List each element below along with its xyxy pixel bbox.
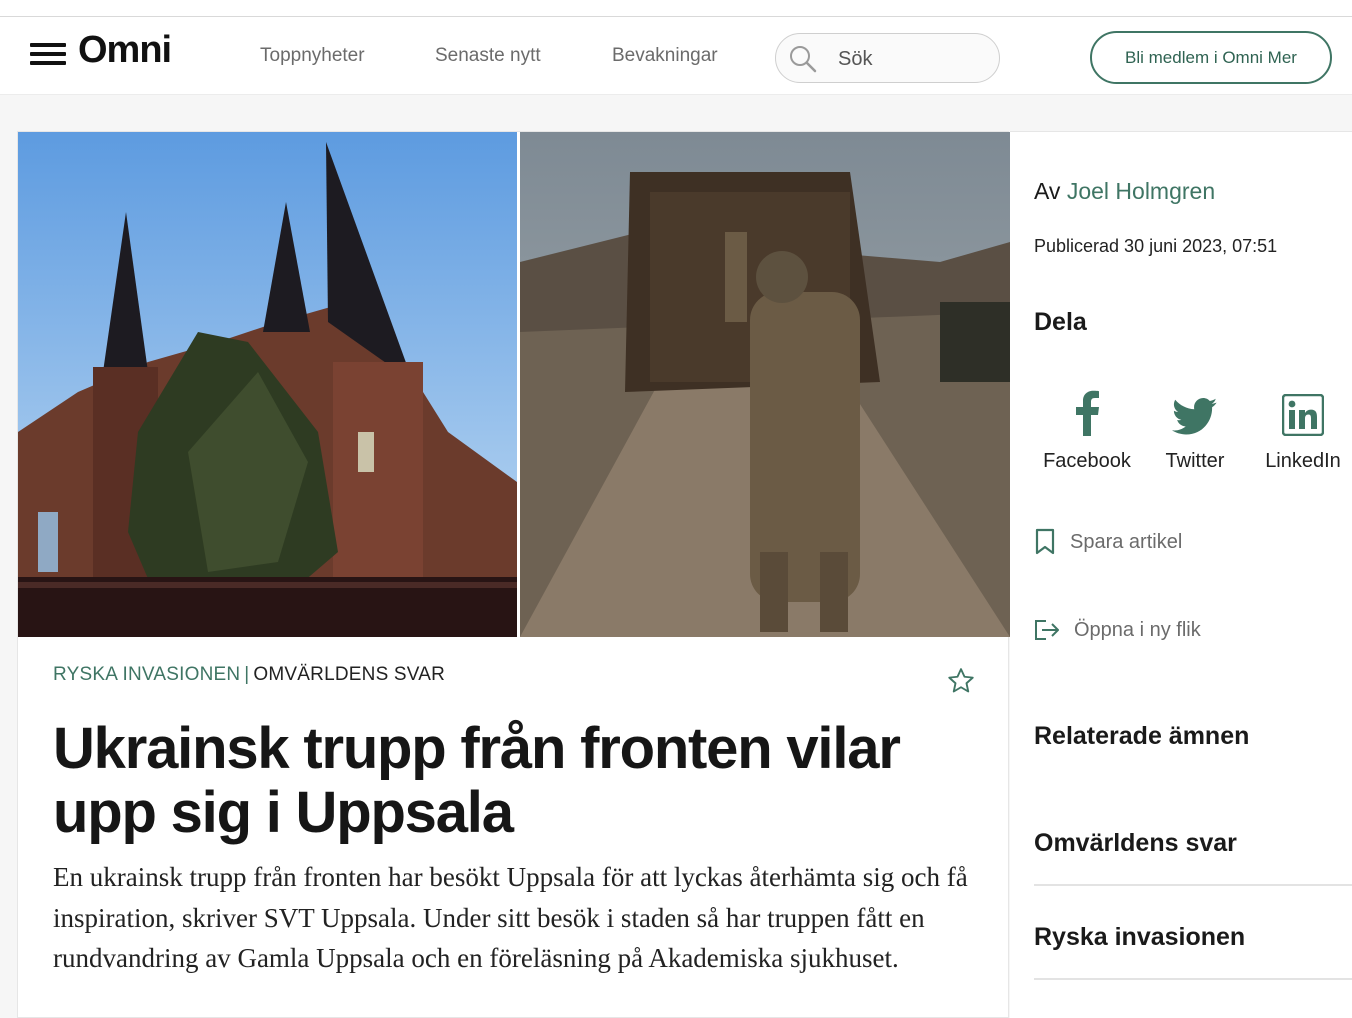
related-topic-ryska-invasionen[interactable]: Ryska invasionen — [1034, 886, 1352, 980]
article-card: RYSKA INVASIONEN | OMVÄRLDENS SVAR Ukrains… — [17, 131, 1010, 1018]
author-link[interactable]: Joel Holmgren — [1067, 178, 1215, 204]
related-topic-label: Ryska invasionen — [1034, 923, 1246, 951]
share-facebook-label: Facebook — [1043, 450, 1131, 472]
nav-toppnyheter[interactable]: Toppnyheter — [260, 45, 365, 67]
open-in-new-tab-icon — [1035, 620, 1059, 640]
join-omni-mer-button[interactable]: Bli medlem i Omni Mer — [1090, 31, 1332, 84]
article-kicker: RYSKA INVASIONEN | OMVÄRLDENS SVAR — [53, 664, 445, 686]
save-article-label: Spara artikel — [1070, 530, 1183, 553]
share-twitter-button[interactable]: Twitter — [1140, 386, 1250, 473]
favorite-star-icon[interactable] — [946, 666, 976, 701]
twitter-icon — [1172, 398, 1218, 435]
kicker-subtopic[interactable]: OMVÄRLDENS SVAR — [253, 664, 445, 685]
open-new-tab-label: Öppna i ny flik — [1074, 618, 1201, 641]
related-topic-label: Omvärldens svar — [1034, 829, 1237, 857]
kicker-topic[interactable]: RYSKA INVASIONEN — [53, 664, 240, 685]
share-linkedin-label: LinkedIn — [1265, 450, 1341, 472]
share-heading: Dela — [1034, 308, 1087, 336]
published-date: Publicerad 30 juni 2023, 07:51 — [1034, 236, 1278, 256]
cathedral-image — [18, 132, 517, 637]
linkedin-icon — [1282, 394, 1324, 436]
soldier-image — [520, 132, 1010, 637]
facebook-icon — [1076, 390, 1099, 436]
nav-bevakningar[interactable]: Bevakningar — [612, 45, 718, 67]
search-box[interactable] — [775, 33, 1000, 83]
bookmark-icon — [1035, 528, 1055, 555]
share-linkedin-button[interactable]: LinkedIn — [1248, 386, 1352, 473]
site-header: Omni Toppnyheter Senaste nytt Bevakninga… — [0, 17, 1352, 95]
nav-senaste-nytt[interactable]: Senaste nytt — [435, 45, 541, 67]
open-new-tab-button[interactable]: Öppna i ny flik — [1034, 618, 1201, 642]
browser-top-strip — [0, 0, 1352, 17]
byline-prefix: Av — [1034, 178, 1061, 204]
save-article-button[interactable]: Spara artikel — [1034, 528, 1182, 556]
related-topic-omvarldens-svar[interactable]: Omvärldens svar — [1034, 792, 1352, 886]
share-facebook-button[interactable]: Facebook — [1032, 386, 1142, 473]
search-input[interactable] — [838, 44, 988, 74]
share-twitter-label: Twitter — [1165, 450, 1225, 472]
related-topics-heading: Relaterade ämnen — [1034, 722, 1250, 750]
article-sidebar: Av Joel Holmgren Publicerad 30 juni 2023… — [1010, 131, 1352, 1018]
byline: Av Joel Holmgren — [1034, 178, 1215, 205]
site-logo[interactable]: Omni — [78, 29, 172, 72]
search-icon — [790, 46, 817, 73]
article-lead: En ukrainsk trupp från fronten har besök… — [53, 862, 968, 973]
kicker-separator: | — [244, 664, 250, 685]
article-title: Ukrainsk trupp från fronten vilar upp si… — [53, 716, 901, 845]
menu-icon[interactable] — [30, 43, 66, 67]
